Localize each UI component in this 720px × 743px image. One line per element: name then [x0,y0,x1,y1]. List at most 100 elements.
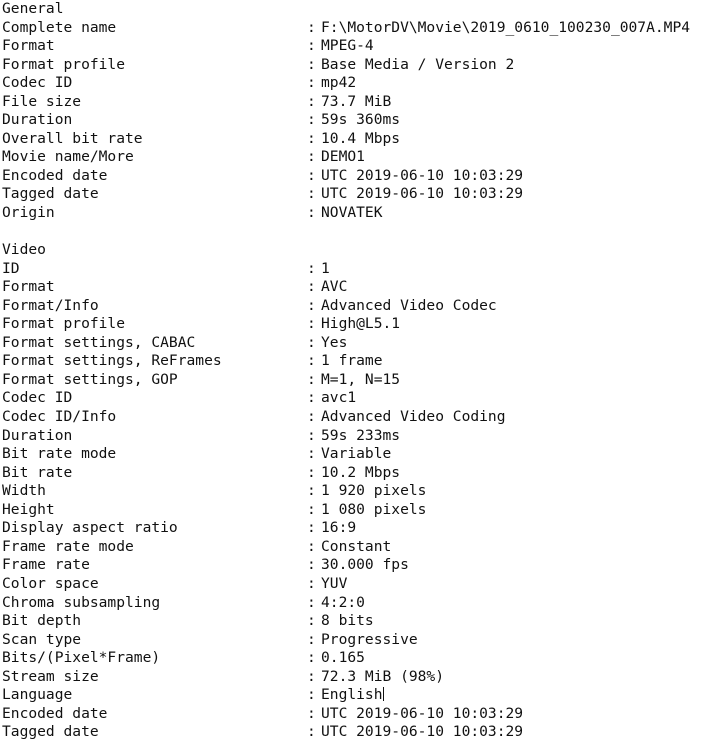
property-label: Format settings, ReFrames [2,352,222,370]
mediainfo-text-report[interactable]: General Complete name: F:\MotorDV\Movie\20… [0,0,720,743]
property-label: Codec ID [2,74,73,92]
property-separator: : [307,74,316,92]
property-value: Base Media / Version 2 [321,56,514,75]
property-separator: : [307,649,316,667]
property-row: Format settings, CABAC: Yes [0,334,720,353]
property-label: Format settings, CABAC [2,333,196,351]
property-value-text: High@L5.1 [321,315,401,333]
property-value-text: Base Media / Version 2 [321,55,515,73]
property-row: Origin: NOVATEK [0,204,720,223]
property-value: 1 [321,260,330,279]
property-value: 1 080 pixels [321,501,426,520]
property-value: 0.165 [321,649,365,668]
property-separator: : [307,278,316,296]
property-value-text: Constant [321,537,392,555]
property-label: Bit depth [2,612,82,630]
property-separator: : [307,667,316,685]
property-value: UTC 2019-06-10 10:03:29 [321,185,523,204]
property-separator: : [307,185,316,203]
property-row: Bits/(Pixel*Frame):0.165 [0,649,720,668]
property-row: Movie name/More: DEMO1 [0,148,720,167]
property-value-text: Advanced Video Codec [321,296,497,314]
section-heading: Video [0,241,720,260]
property-separator: : [307,166,316,184]
property-value-text: UTC 2019-06-10 10:03:29 [321,166,524,184]
property-row: Tagged date: UTC 2019-06-10 10:03:29 [0,723,720,742]
property-value: NOVATEK [321,204,383,223]
property-value-text: 72.3 MiB (98%) [321,667,445,685]
property-value-text: Variable [321,445,392,463]
property-separator: : [307,593,316,611]
property-separator: : [307,482,316,500]
property-value-text: avc1 [321,389,357,407]
property-value-text: DEMO1 [321,148,365,166]
property-row: Width:1 920 pixels [0,482,720,501]
property-value: 73.7 MiB [321,93,391,112]
property-label: Codec ID [2,389,73,407]
property-value-text: Advanced Video Coding [321,408,506,426]
property-value-text: English [321,686,383,704]
property-separator: : [307,259,316,277]
property-row: Chroma subsampling:4:2:0 [0,594,720,613]
property-label: ID [2,259,20,277]
property-value-text: 10.2 Mbps [321,463,401,481]
property-row: Codec ID/Info: Advanced Video Coding [0,408,720,427]
property-value-text: 1 frame [321,352,383,370]
property-label: Width [2,482,46,500]
property-value-text: YUV [321,574,348,592]
property-separator: : [307,370,316,388]
property-value-text: 16:9 [321,519,357,537]
property-label: Frame rate [2,556,90,574]
property-row: Format profile: Base Media / Version 2 [0,56,720,75]
property-value: UTC 2019-06-10 10:03:29 [321,167,523,186]
property-separator: : [307,37,316,55]
text-caret [382,687,384,702]
property-separator: : [307,723,316,741]
property-separator: : [307,537,316,555]
property-value-text: NOVATEK [321,204,383,222]
property-label: Height [2,500,55,518]
property-row: Format: AVC [0,278,720,297]
property-value: 10.2 Mbps [321,464,400,483]
property-row: Format settings, ReFrames:1 frame [0,352,720,371]
property-label: Format profile [2,315,126,333]
property-row: Duration:59s 233ms [0,427,720,446]
property-separator: : [307,296,316,314]
property-value: 1 920 pixels [321,482,426,501]
property-label: Format [2,37,55,55]
property-value-text: 1 [321,259,330,277]
property-value-text: 59s 360ms [321,111,401,129]
property-row: ID:1 [0,260,720,279]
property-separator: : [307,686,316,704]
property-value-text: Yes [321,333,348,351]
property-label: Duration [2,111,73,129]
property-row: Encoded date: UTC 2019-06-10 10:03:29 [0,705,720,724]
property-label: Complete name [2,18,117,36]
property-separator: : [307,315,316,333]
property-label: Language [2,686,73,704]
section-heading-label: General [2,0,64,17]
property-row: Bit rate mode: Variable [0,445,720,464]
property-value-text: 0.165 [321,649,365,667]
property-label: Encoded date [2,704,108,722]
property-value: M=1, N=15 [321,371,400,390]
property-value: English [321,686,384,705]
property-row: Bit depth:8 bits [0,612,720,631]
property-value: 16:9 [321,519,356,538]
property-value-text: UTC 2019-06-10 10:03:29 [321,723,524,741]
property-label: Stream size [2,667,99,685]
property-label: Tagged date [2,723,99,741]
property-value: Advanced Video Coding [321,408,506,427]
property-value-text: UTC 2019-06-10 10:03:29 [321,704,524,722]
property-separator: : [307,129,316,147]
property-separator: : [307,519,316,537]
property-separator: : [307,148,316,166]
property-value-text: 4:2:0 [321,593,365,611]
property-row: Stream size:72.3 MiB (98%) [0,668,720,687]
property-value: UTC 2019-06-10 10:03:29 [321,723,523,742]
property-row: Language: English [0,686,720,705]
property-row: Height:1 080 pixels [0,501,720,520]
property-label: Format settings, GOP [2,370,178,388]
property-separator: : [307,500,316,518]
property-label: Movie name/More [2,148,134,166]
